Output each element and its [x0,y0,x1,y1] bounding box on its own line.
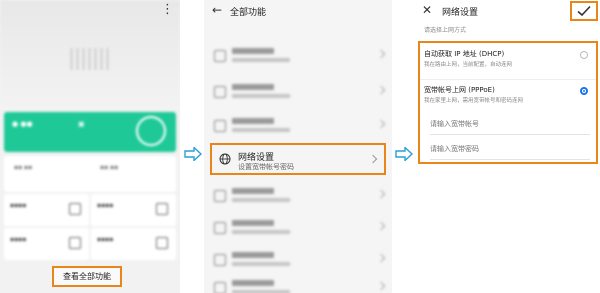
function-icon [214,120,226,132]
radio-button-selected[interactable] [580,87,588,95]
blurred-grid-cell[interactable]: ▪▪▪▪ [4,228,89,260]
blurred-text [232,280,274,286]
blurred-function-item[interactable] [204,110,392,142]
function-icon [214,86,226,98]
blurred-text [232,128,290,132]
option-pppoe[interactable]: 宽带帐号上网 (PPPoE) 我在家里上网，需用宽带帐号和密码连网 [420,79,596,117]
blurred-function-item[interactable] [204,76,392,108]
blurred-grid-cell[interactable]: ▪▪▪▪ [4,194,89,226]
confirm-button[interactable] [570,1,598,21]
blurred-text [232,220,274,226]
back-arrow-icon[interactable]: ← [212,3,222,17]
globe-icon [219,153,231,165]
home-screen-panel: ⋮ ● ●● ▣ ▪▪ ▪▪ ▪▪ ▪▪ ▪▪▪▪ ▪▪▪▪ ▪▪▪▪ ▪▪▪▪… [0,0,180,293]
chevron-right-icon [376,85,386,95]
connection-options-box: 自动获取 IP 地址 (DHCP) 我在路由上网，当前配置，自动连网 宽带帐号上… [418,41,598,164]
function-icon [214,50,226,62]
blurred-function-item[interactable] [204,180,392,212]
connection-type-prompt: 请选择上网方式 [424,27,467,34]
all-functions-panel: ← 全部功能 网络设置 设置宽带帐号密码 [204,0,392,293]
blurred-text [232,262,290,266]
blurred-text: ▪▪▪▪ [97,202,114,209]
function-icon [214,222,226,234]
option-title: 自动获取 IP 地址 (DHCP) [424,50,505,58]
arrow-right-icon [395,147,413,161]
chevron-right-icon [368,154,378,164]
blurred-speed-gauge [136,116,166,146]
view-all-functions-button[interactable]: 查看全部功能 [52,266,122,287]
blurred-text [232,48,274,54]
router-status-header [0,0,180,110]
blurred-function-item[interactable] [204,212,392,244]
blurred-text [232,230,290,234]
blurred-text [232,198,290,202]
blurred-text: ▪▪▪▪ [10,236,27,243]
blurred-router-graphic [70,48,110,70]
option-description: 我在路由上网，当前配置，自动连网 [424,62,513,68]
chevron-right-icon [376,221,386,231]
network-settings-panel: ✕ 网络设置 请选择上网方式 自动获取 IP 地址 (DHCP) 我在路由上网，… [414,0,600,293]
blurred-function-item[interactable] [204,40,392,72]
blurred-status-item: ● ●● [12,120,33,128]
blurred-function-grid: ▪▪▪▪ ▪▪▪▪ ▪▪▪▪ ▪▪▪▪ [4,194,176,262]
device-icon [69,203,81,215]
shield-icon [69,237,81,249]
blurred-text: ▪▪▪▪ [10,202,27,209]
blurred-function-item[interactable] [204,272,392,293]
blurred-status-card: ● ●● ▣ [4,112,176,152]
option-dhcp[interactable]: 自动获取 IP 地址 (DHCP) 我在路由上网，当前配置，自动连网 [420,43,596,81]
function-icon [214,190,226,202]
broadband-account-input[interactable] [430,114,590,135]
chevron-right-icon [376,119,386,129]
blurred-grid-cell[interactable]: ▪▪▪▪ [91,228,176,260]
blurred-text [232,84,274,90]
header: ← 全部功能 [204,0,392,22]
blurred-text [232,58,290,62]
function-icon [214,254,226,266]
close-icon[interactable]: ✕ [422,3,432,17]
more-vertical-icon[interactable]: ⋮ [161,2,174,17]
blurred-text [232,94,290,98]
settings-icon [156,237,168,249]
blurred-speed-stats: ▪▪ ▪▪ ▪▪ ▪▪ [4,156,176,192]
blurred-text: ▪▪▪▪ [97,236,114,243]
page-title: 全部功能 [230,8,267,18]
option-description: 我在家里上网，需用宽带帐号和密码连网 [424,98,524,104]
arrow-right-icon [184,147,202,161]
blurred-status-item: ▣ [78,120,85,128]
blurred-text [232,118,274,124]
radio-button[interactable] [580,51,588,59]
network-settings-item[interactable]: 网络设置 设置宽带帐号密码 [210,143,386,175]
network-settings-subtitle: 设置宽带帐号密码 [238,163,294,171]
blurred-text [232,252,274,258]
function-icon [214,282,226,293]
option-title: 宽带帐号上网 (PPPoE) [424,86,495,94]
blurred-stat: ▪▪ ▪▪ [14,164,33,171]
chevron-right-icon [376,253,386,263]
chevron-right-icon [376,281,386,291]
chevron-right-icon [376,49,386,59]
blurred-stat: ▪▪ ▪▪ [100,164,119,171]
check-icon [577,5,591,17]
page-title: 网络设置 [442,8,479,18]
blurred-grid-cell[interactable]: ▪▪▪▪ [91,194,176,226]
device-icon [156,203,168,215]
broadband-password-input[interactable] [430,139,590,160]
blurred-text [232,188,274,194]
chevron-right-icon [376,189,386,199]
